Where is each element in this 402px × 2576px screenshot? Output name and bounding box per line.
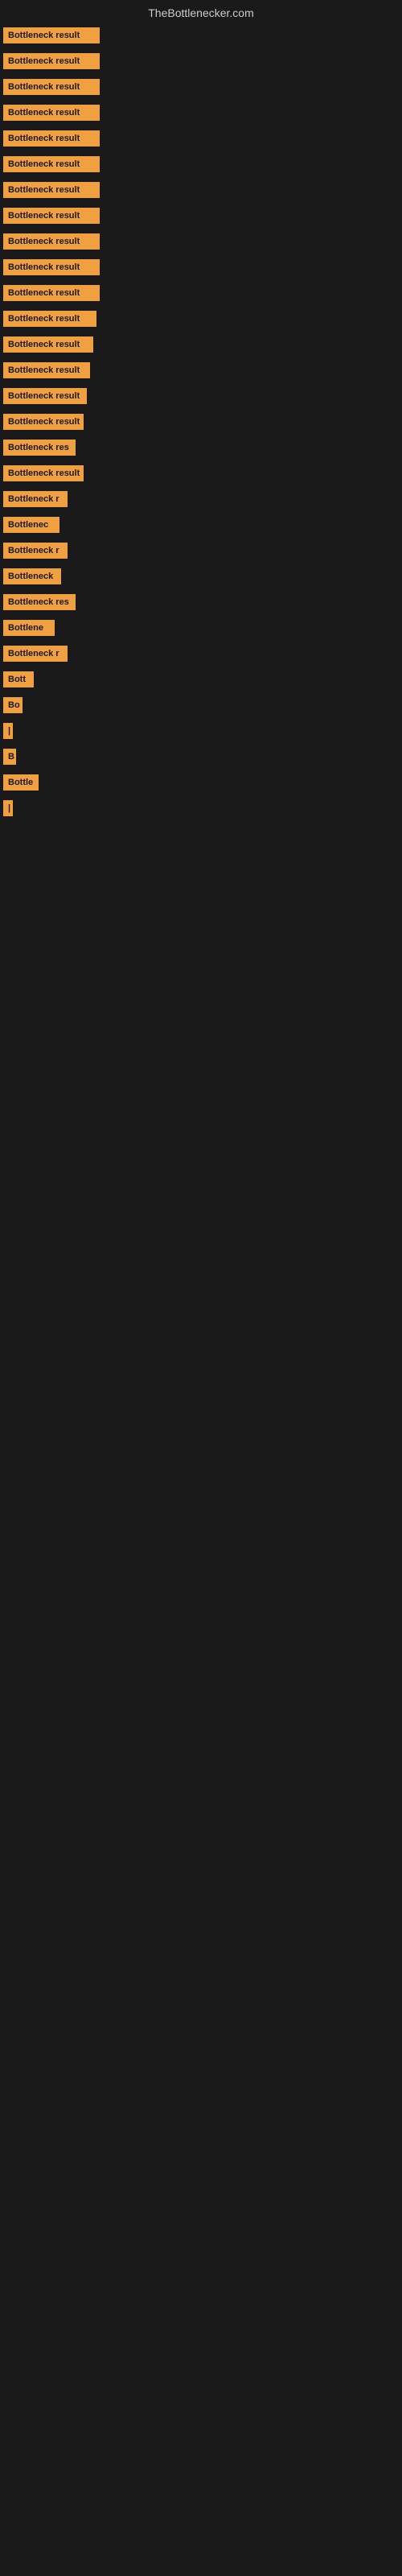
- bottleneck-row-14: Bottleneck result: [0, 383, 402, 409]
- bottleneck-row-16: Bottleneck res: [0, 435, 402, 460]
- rows-container: Bottleneck result Bottleneck result Bottle…: [0, 23, 402, 821]
- bottleneck-row-13: Bottleneck result: [0, 357, 402, 383]
- bottleneck-row-18: Bottleneck r: [0, 486, 402, 512]
- bottleneck-badge-23[interactable]: Bottlene: [3, 620, 55, 636]
- bottleneck-row-23: Bottlene: [0, 615, 402, 641]
- bottleneck-badge-25[interactable]: Bott: [3, 671, 34, 687]
- bottleneck-row-27: |: [0, 718, 402, 744]
- bottleneck-row-7: Bottleneck result: [0, 203, 402, 229]
- bottleneck-row-21: Bottleneck: [0, 564, 402, 589]
- bottleneck-badge-7[interactable]: Bottleneck result: [3, 208, 100, 224]
- bottleneck-badge-5[interactable]: Bottleneck result: [3, 156, 100, 172]
- bottleneck-row-25: Bott: [0, 667, 402, 692]
- bottleneck-row-10: Bottleneck result: [0, 280, 402, 306]
- bottleneck-badge-0[interactable]: Bottleneck result: [3, 27, 100, 43]
- bottleneck-row-15: Bottleneck result: [0, 409, 402, 435]
- bottleneck-row-30: |: [0, 795, 402, 821]
- bottleneck-row-0: Bottleneck result: [0, 23, 402, 48]
- bottleneck-badge-17[interactable]: Bottleneck result: [3, 465, 84, 481]
- bottleneck-badge-30[interactable]: |: [3, 800, 13, 816]
- bottleneck-row-1: Bottleneck result: [0, 48, 402, 74]
- bottleneck-row-6: Bottleneck result: [0, 177, 402, 203]
- bottleneck-row-22: Bottleneck res: [0, 589, 402, 615]
- bottleneck-badge-12[interactable]: Bottleneck result: [3, 336, 93, 353]
- bottleneck-row-20: Bottleneck r: [0, 538, 402, 564]
- bottleneck-badge-29[interactable]: Bottle: [3, 774, 39, 791]
- bottleneck-row-4: Bottleneck result: [0, 126, 402, 151]
- bottleneck-row-12: Bottleneck result: [0, 332, 402, 357]
- bottleneck-badge-20[interactable]: Bottleneck r: [3, 543, 68, 559]
- bottleneck-badge-27[interactable]: |: [3, 723, 13, 739]
- bottleneck-row-29: Bottle: [0, 770, 402, 795]
- bottleneck-row-17: Bottleneck result: [0, 460, 402, 486]
- page-container: TheBottlenecker.com Bottleneck resultBot…: [0, 0, 402, 2576]
- bottleneck-badge-24[interactable]: Bottleneck r: [3, 646, 68, 662]
- bottleneck-row-26: Bo: [0, 692, 402, 718]
- bottleneck-badge-11[interactable]: Bottleneck result: [3, 311, 96, 327]
- bottleneck-row-3: Bottleneck result: [0, 100, 402, 126]
- bottleneck-badge-10[interactable]: Bottleneck result: [3, 285, 100, 301]
- bottleneck-row-19: Bottlenec: [0, 512, 402, 538]
- bottleneck-badge-22[interactable]: Bottleneck res: [3, 594, 76, 610]
- bottleneck-badge-3[interactable]: Bottleneck result: [3, 105, 100, 121]
- bottleneck-row-2: Bottleneck result: [0, 74, 402, 100]
- bottleneck-row-8: Bottleneck result: [0, 229, 402, 254]
- bottleneck-badge-4[interactable]: Bottleneck result: [3, 130, 100, 147]
- bottleneck-badge-9[interactable]: Bottleneck result: [3, 259, 100, 275]
- bottleneck-badge-19[interactable]: Bottlenec: [3, 517, 59, 533]
- bottleneck-badge-14[interactable]: Bottleneck result: [3, 388, 87, 404]
- bottleneck-badge-2[interactable]: Bottleneck result: [3, 79, 100, 95]
- bottleneck-badge-18[interactable]: Bottleneck r: [3, 491, 68, 507]
- bottleneck-row-5: Bottleneck result: [0, 151, 402, 177]
- bottleneck-row-24: Bottleneck r: [0, 641, 402, 667]
- bottleneck-badge-21[interactable]: Bottleneck: [3, 568, 61, 584]
- bottleneck-badge-8[interactable]: Bottleneck result: [3, 233, 100, 250]
- site-title: TheBottlenecker.com: [0, 0, 402, 23]
- bottleneck-badge-1[interactable]: Bottleneck result: [3, 53, 100, 69]
- bottleneck-row-11: Bottleneck result: [0, 306, 402, 332]
- bottleneck-badge-13[interactable]: Bottleneck result: [3, 362, 90, 378]
- bottleneck-badge-6[interactable]: Bottleneck result: [3, 182, 100, 198]
- bottleneck-badge-16[interactable]: Bottleneck res: [3, 440, 76, 456]
- bottleneck-badge-15[interactable]: Bottleneck result: [3, 414, 84, 430]
- bottleneck-row-28: B: [0, 744, 402, 770]
- bottleneck-row-9: Bottleneck result: [0, 254, 402, 280]
- bottleneck-badge-28[interactable]: B: [3, 749, 16, 765]
- bottleneck-badge-26[interactable]: Bo: [3, 697, 23, 713]
